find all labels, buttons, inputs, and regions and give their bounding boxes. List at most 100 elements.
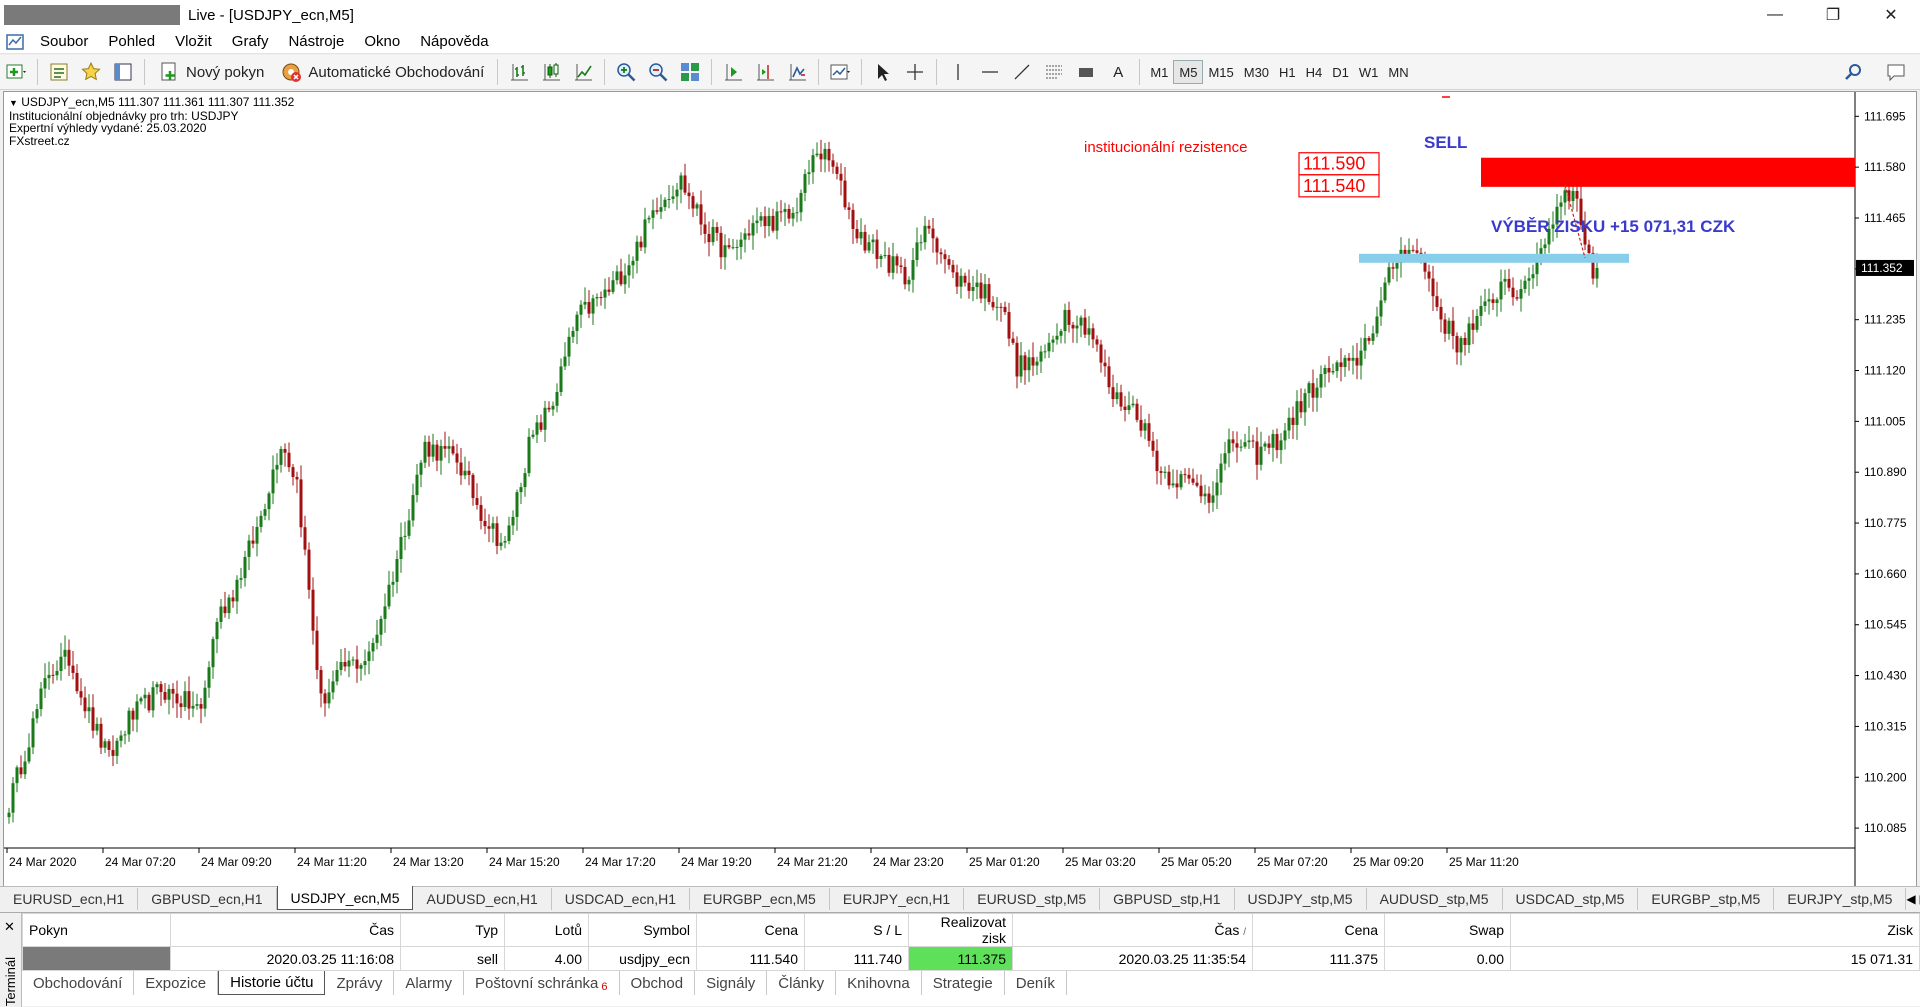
chart-tab-usdcad-ecn-h1[interactable]: USDCAD_ecn,H1 — [552, 888, 690, 910]
price-tick-label: 110.775 — [1864, 516, 1907, 530]
scroll-left-icon[interactable]: ◀ — [1906, 892, 1915, 906]
col-tp[interactable]: Realizovat zisk — [909, 914, 1013, 947]
terminal-tab-12[interactable]: Deník — [1005, 971, 1067, 995]
price-tick-label: 110.660 — [1864, 567, 1907, 581]
terminal-tab-9[interactable]: Články — [767, 971, 836, 995]
tf-w1[interactable]: W1 — [1354, 60, 1384, 84]
candle-body — [940, 252, 943, 254]
terminal-tab-4[interactable]: Zprávy — [325, 971, 394, 995]
bar-chart-button[interactable] — [505, 58, 533, 86]
chat-button[interactable] — [1882, 58, 1910, 86]
tf-m5[interactable]: M5 — [1173, 60, 1203, 84]
vertical-line-button[interactable] — [944, 58, 972, 86]
candle-body — [248, 541, 251, 557]
tf-mn[interactable]: MN — [1383, 60, 1413, 84]
cursor-button[interactable] — [869, 58, 897, 86]
candle-body — [576, 315, 579, 331]
col-symbol[interactable]: Symbol — [589, 914, 697, 947]
candle-body — [560, 366, 563, 392]
col-profit[interactable]: Zisk — [1511, 914, 1920, 947]
col-sl[interactable]: S / L — [805, 914, 909, 947]
tab-scroll-arrows[interactable]: ◀▶ — [1906, 888, 1920, 910]
chart-tab-audusd-stp-m5[interactable]: AUDUSD_stp,M5 — [1367, 888, 1503, 910]
minimize-button[interactable]: — — [1746, 0, 1804, 30]
col-close-time[interactable]: Čas / — [1013, 914, 1253, 947]
tf-m15[interactable]: M15 — [1203, 60, 1238, 84]
candle-body — [1032, 357, 1035, 365]
chart-tab-usdjpy-ecn-m5[interactable]: USDJPY_ecn,M5 — [277, 886, 414, 910]
chart-tab-gbpusd-ecn-h1[interactable]: GBPUSD_ecn,H1 — [138, 888, 276, 910]
chart-tab-audusd-ecn-h1[interactable]: AUDUSD_ecn,H1 — [413, 888, 551, 910]
chart-tabs: EURUSD_ecn,H1GBPUSD_ecn,H1USDJPY_ecn,M5A… — [0, 886, 1920, 910]
col-open-time[interactable]: Čas — [171, 914, 401, 947]
chart-tab-eurgbp-ecn-m5[interactable]: EURGBP_ecn,M5 — [690, 888, 830, 910]
terminal-tab-3[interactable]: Historie účtu — [218, 971, 325, 995]
col-type[interactable]: Typ — [401, 914, 505, 947]
tile-windows-button[interactable] — [676, 58, 704, 86]
auto-trading-button[interactable]: Automatické Obchodování — [274, 58, 490, 86]
menu-view[interactable]: Pohled — [98, 33, 165, 50]
indicators-button[interactable] — [783, 58, 811, 86]
autoscroll-button[interactable] — [719, 58, 747, 86]
tf-d1[interactable]: D1 — [1327, 60, 1354, 84]
col-lots[interactable]: Lotů — [505, 914, 589, 947]
chart-tab-gbpusd-stp-h1[interactable]: GBPUSD_stp,H1 — [1100, 888, 1234, 910]
market-watch-button[interactable] — [45, 58, 73, 86]
menu-file[interactable]: Soubor — [30, 33, 98, 50]
chart-window[interactable]: 111.695111.580111.465111.350111.235111.1… — [3, 91, 1917, 891]
chart-tab-usdjpy-stp-m5[interactable]: USDJPY_stp,M5 — [1235, 888, 1367, 910]
search-button[interactable] — [1840, 58, 1868, 86]
menu-insert[interactable]: Vložit — [165, 33, 222, 50]
new-chart-button[interactable] — [2, 58, 30, 86]
terminal-tab-7[interactable]: Obchod — [620, 971, 696, 995]
terminal-tab-8[interactable]: Signály — [695, 971, 767, 995]
data-window-button[interactable] — [109, 58, 137, 86]
menu-help[interactable]: Nápověda — [410, 33, 498, 50]
menu-window[interactable]: Okno — [354, 33, 410, 50]
zoom-out-button[interactable] — [644, 58, 672, 86]
col-price[interactable]: Cena — [697, 914, 805, 947]
menu-tools[interactable]: Nástroje — [278, 33, 354, 50]
terminal-tab-5[interactable]: Alarmy — [394, 971, 464, 995]
shapes-button[interactable] — [1072, 58, 1100, 86]
close-button[interactable]: ✕ — [1862, 0, 1920, 30]
chart-tab-eurgbp-stp-m5[interactable]: EURGBP_stp,M5 — [1638, 888, 1774, 910]
restore-button[interactable]: ❐ — [1804, 0, 1862, 30]
tf-h1[interactable]: H1 — [1274, 60, 1301, 84]
menu-charts[interactable]: Grafy — [222, 33, 279, 50]
chart-shift-button[interactable] — [751, 58, 779, 86]
app-icon[interactable] — [4, 32, 26, 52]
tf-m30[interactable]: M30 — [1239, 60, 1274, 84]
terminal-tab-11[interactable]: Strategie — [922, 971, 1005, 995]
table-row[interactable]: 2020.03.25 11:16:08 sell 4.00 usdjpy_ecn… — [23, 947, 1920, 971]
col-close-price[interactable]: Cena — [1253, 914, 1385, 947]
chart-tab-usdcad-stp-m5[interactable]: USDCAD_stp,M5 — [1503, 888, 1639, 910]
trendline-button[interactable] — [1008, 58, 1036, 86]
tf-h4[interactable]: H4 — [1301, 60, 1328, 84]
chart-tab-eurusd-ecn-h1[interactable]: EURUSD_ecn,H1 — [0, 888, 138, 910]
time-tick-label: 24 Mar 21:20 — [777, 855, 848, 869]
terminal-close-icon[interactable]: ✕ — [4, 919, 15, 935]
terminal-tab-10[interactable]: Knihovna — [836, 971, 922, 995]
tf-m1[interactable]: M1 — [1145, 60, 1173, 84]
crosshair-button[interactable] — [901, 58, 929, 86]
zoom-in-button[interactable] — [612, 58, 640, 86]
price-chart[interactable]: 111.695111.580111.465111.350111.235111.1… — [4, 92, 1916, 890]
terminal-tab-6[interactable]: Poštovní schránka6 — [464, 971, 620, 995]
chart-tab-eurjpy-ecn-h1[interactable]: EURJPY_ecn,H1 — [830, 888, 964, 910]
terminal-tab-2[interactable]: Expozice — [134, 971, 218, 995]
terminal-tab-1[interactable]: Obchodování — [22, 971, 134, 995]
new-order-button[interactable]: Nový pokyn — [152, 58, 270, 86]
col-swap[interactable]: Swap — [1385, 914, 1511, 947]
templates-button[interactable] — [826, 58, 854, 86]
line-chart-button[interactable] — [569, 58, 597, 86]
fibonacci-button[interactable] — [1040, 58, 1068, 86]
col-order[interactable]: Pokyn — [23, 914, 171, 947]
text-tool-button[interactable]: A — [1104, 58, 1132, 86]
candle-body — [1144, 423, 1147, 430]
navigator-button[interactable] — [77, 58, 105, 86]
chart-tab-eurusd-stp-m5[interactable]: EURUSD_stp,M5 — [964, 888, 1100, 910]
candlestick-button[interactable] — [537, 58, 565, 86]
horizontal-line-button[interactable] — [976, 58, 1004, 86]
chart-tab-eurjpy-stp-m5[interactable]: EURJPY_stp,M5 — [1774, 888, 1906, 910]
